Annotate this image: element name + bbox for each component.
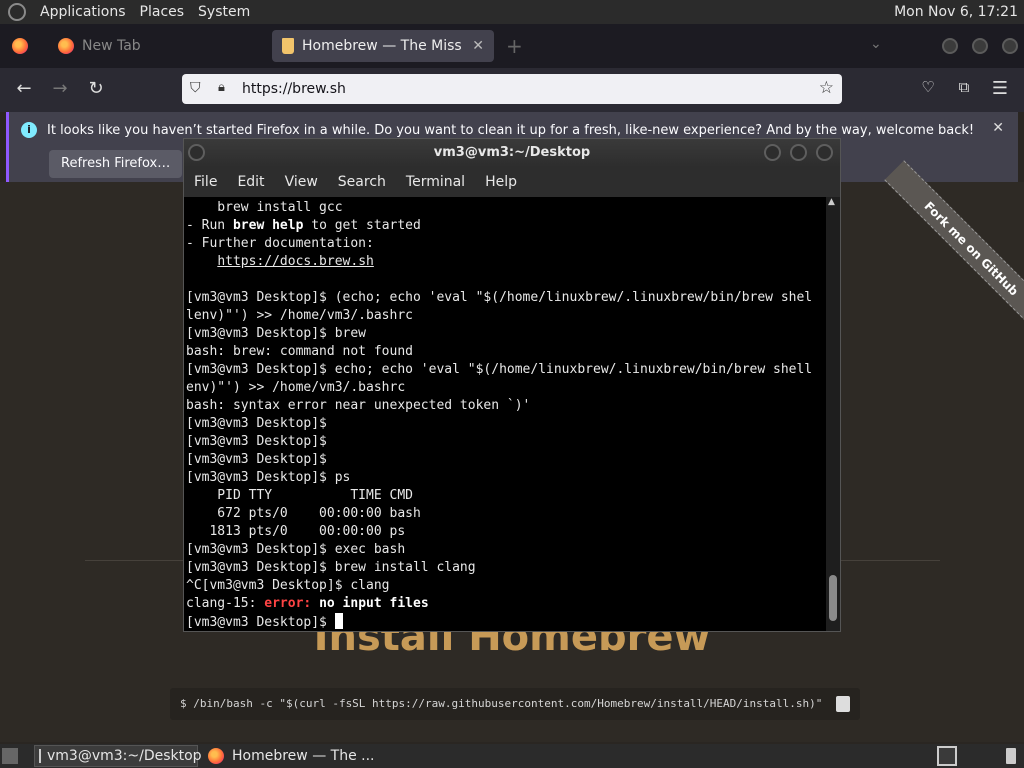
terminal-line: brew install gcc <box>186 200 343 215</box>
menu-help[interactable]: Help <box>475 174 527 190</box>
terminal-line: - Further documentation: <box>186 236 374 251</box>
beer-favicon-icon <box>282 38 294 54</box>
scroll-up-arrow-icon[interactable]: ▲ <box>828 197 835 207</box>
terminal-line: - Run brew help to get started <box>186 218 421 233</box>
reload-icon[interactable]: ↻ <box>84 78 108 99</box>
terminal-line: 672 pts/0 00:00:00 bash <box>186 506 421 521</box>
close-icon[interactable] <box>816 144 833 161</box>
terminal-output[interactable]: brew install gcc - Run brew help to get s… <box>186 199 826 631</box>
notification-message: It looks like you haven’t started Firefo… <box>47 123 975 138</box>
terminal-line: https://docs.brew.sh <box>217 254 374 269</box>
url-bar[interactable]: ⛉ 🔒︎ https://brew.sh ☆ <box>182 74 842 104</box>
clock[interactable]: Mon Nov 6, 17:21 <box>894 0 1018 24</box>
terminal-titlebar[interactable]: vm3@vm3:~/Desktop <box>184 139 840 167</box>
lock-icon[interactable]: 🔒︎ <box>218 80 225 95</box>
install-command[interactable]: $ /bin/bash -c "$(curl -fsSL https://raw… <box>170 688 860 720</box>
terminal-line: 1813 pts/0 00:00:00 ps <box>186 524 406 539</box>
tab-title: New Tab <box>82 38 141 54</box>
terminal-line: PID TTY TIME CMD <box>186 488 413 503</box>
maximize-icon[interactable] <box>790 144 807 161</box>
close-notification-icon[interactable]: ✕ <box>992 120 1004 136</box>
menu-file[interactable]: File <box>184 174 227 190</box>
clipboard-copy-icon[interactable] <box>836 696 850 712</box>
firefox-nav-bar: ← → ↻ ⛉ 🔒︎ https://brew.sh ☆ ♡ ⧉ ☰ <box>0 68 1024 112</box>
close-tab-icon[interactable]: ✕ <box>472 38 484 54</box>
info-icon: i <box>21 122 37 138</box>
desktop-corner-icon[interactable] <box>2 748 18 764</box>
terminal-line: [vm3@vm3 Desktop]$ <box>186 434 327 449</box>
terminal-menubar: File Edit View Search Terminal Help <box>184 167 840 197</box>
forward-arrow-icon[interactable]: → <box>48 78 72 99</box>
tab-homebrew[interactable]: Homebrew — The Missing P ✕ <box>272 30 494 62</box>
menu-search[interactable]: Search <box>328 174 396 190</box>
taskbar-label: Homebrew — The ... <box>232 748 375 764</box>
menu-system[interactable]: System <box>191 0 257 24</box>
terminal-line: [vm3@vm3 Desktop]$ <box>186 452 327 467</box>
terminal-line: lenv)"') >> /home/vm3/.bashrc <box>186 308 413 323</box>
shield-icon[interactable]: ⛉ <box>190 80 201 96</box>
tab-title: Homebrew — The Missing P <box>302 38 462 54</box>
back-arrow-icon[interactable]: ← <box>12 78 36 99</box>
firefox-icon <box>58 38 74 54</box>
scrollbar-thumb[interactable] <box>829 575 837 621</box>
taskbar-item-firefox[interactable]: Homebrew — The ... <box>204 745 404 767</box>
minimize-icon[interactable] <box>764 144 781 161</box>
minimize-icon[interactable] <box>942 38 958 54</box>
terminal-scrollbar[interactable]: ▲ <box>826 197 840 631</box>
distro-logo-icon[interactable] <box>8 3 26 21</box>
menu-applications[interactable]: Applications <box>33 0 133 24</box>
tab-new-tab[interactable]: New Tab <box>50 30 266 62</box>
workspace-switcher-icon[interactable] <box>937 746 957 766</box>
terminal-line: [vm3@vm3 Desktop]$ brew <box>186 326 367 341</box>
pocket-icon[interactable]: ♡ <box>916 78 940 96</box>
close-window-icon[interactable] <box>1002 38 1018 54</box>
terminal-line: [vm3@vm3 Desktop]$ ps <box>186 470 351 485</box>
top-panel: Applications Places System Mon Nov 6, 17… <box>0 0 1024 24</box>
list-tabs-chevron-icon[interactable]: ⌄ <box>870 36 882 52</box>
fork-me-ribbon[interactable]: Fork me on GitHub <box>884 160 1024 336</box>
terminal-line: ^C[vm3@vm3 Desktop]$ clang <box>186 578 390 593</box>
trash-icon[interactable] <box>1006 748 1016 764</box>
terminal-title: vm3@vm3:~/Desktop <box>433 145 591 160</box>
extensions-icon[interactable]: ⧉ <box>952 78 976 96</box>
taskbar-item-terminal[interactable]: vm3@vm3:~/Desktop <box>34 745 202 767</box>
menu-edit[interactable]: Edit <box>227 174 274 190</box>
refresh-firefox-button[interactable]: Refresh Firefox… <box>49 150 183 178</box>
window-menu-icon[interactable] <box>188 144 205 161</box>
terminal-line: [vm3@vm3 Desktop]$ <box>186 416 327 431</box>
firefox-view-icon[interactable] <box>12 38 28 54</box>
terminal-line: [vm3@vm3 Desktop]$ brew install clang <box>186 560 476 575</box>
terminal-line: [vm3@vm3 Desktop]$ echo; echo 'eval "$(/… <box>186 362 813 377</box>
maximize-icon[interactable] <box>972 38 988 54</box>
taskbar-label: vm3@vm3:~/Desktop <box>47 748 202 764</box>
firefox-icon <box>208 748 224 764</box>
menu-terminal[interactable]: Terminal <box>396 174 475 190</box>
terminal-line: bash: brew: command not found <box>186 344 413 359</box>
terminal-line: [vm3@vm3 Desktop]$ exec bash <box>186 542 406 557</box>
terminal-line: clang-15: error: no input files <box>186 596 429 611</box>
menu-places[interactable]: Places <box>133 0 192 24</box>
menu-view[interactable]: View <box>275 174 328 190</box>
new-tab-plus-icon[interactable]: + <box>506 34 523 58</box>
terminal-window[interactable]: vm3@vm3:~/Desktop File Edit View Search … <box>183 138 841 632</box>
terminal-line: env)"') >> /home/vm3/.bashrc <box>186 380 406 395</box>
hamburger-menu-icon[interactable]: ☰ <box>988 78 1012 99</box>
url-text[interactable]: https://brew.sh <box>242 81 346 97</box>
terminal-line: [vm3@vm3 Desktop]$ (echo; echo 'eval "$(… <box>186 290 813 305</box>
bottom-taskbar: vm3@vm3:~/Desktop Homebrew — The ... <box>0 744 1024 768</box>
terminal-line: bash: syntax error near unexpected token… <box>186 398 531 413</box>
terminal-icon <box>39 749 41 763</box>
terminal-cursor <box>334 613 343 629</box>
terminal-line: [vm3@vm3 Desktop]$ <box>186 613 826 631</box>
bookmark-star-icon[interactable]: ☆ <box>819 78 834 98</box>
firefox-tab-bar: New Tab Homebrew — The Missing P ✕ + ⌄ <box>0 24 1024 68</box>
